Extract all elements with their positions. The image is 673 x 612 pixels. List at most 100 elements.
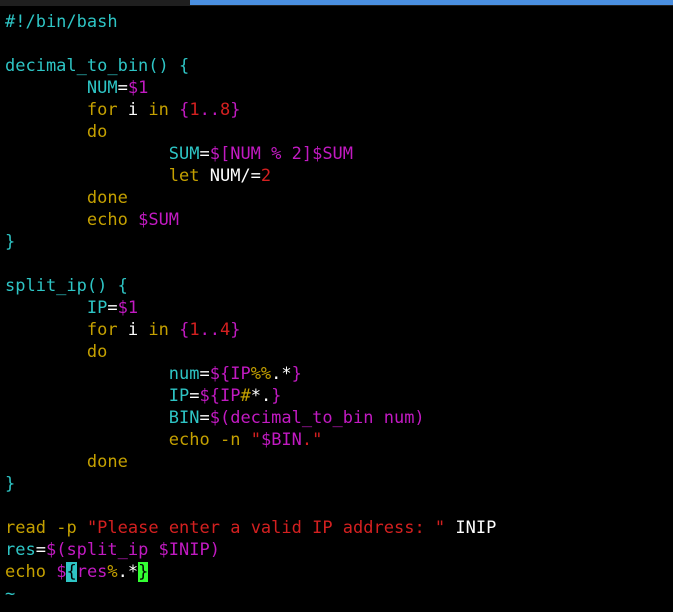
code-token: IP — [86, 298, 108, 318]
code-token: do — [86, 122, 108, 142]
window-top-bar-accent — [190, 0, 673, 5]
code-line: SUM=$[NUM % 2]$SUM — [5, 143, 496, 165]
code-token: = — [199, 144, 210, 164]
code-line: decimal_to_bin() { — [5, 55, 496, 77]
code-token: -p — [56, 518, 77, 538]
code-token: NUM — [86, 78, 118, 98]
code-token: #!/bin/bash — [5, 12, 118, 32]
code-token: i — [117, 100, 149, 120]
code-token: .. — [199, 320, 221, 340]
code-token: 1 — [189, 100, 200, 120]
code-token: ~ — [5, 584, 16, 604]
code-token: = — [199, 364, 210, 384]
code-token: % — [107, 562, 118, 582]
code-token: decimal_to_bin() { — [5, 56, 190, 76]
code-token: echo — [168, 430, 210, 450]
code-token: %% — [250, 364, 272, 384]
code-line: IP=$1 — [5, 297, 496, 319]
code-token: for — [86, 320, 118, 340]
code-token: 4 — [220, 320, 231, 340]
code-token: } — [5, 474, 16, 494]
code-token: .. — [199, 100, 221, 120]
code-token: split_ip() { — [5, 276, 128, 296]
code-line: } — [5, 473, 496, 495]
code-line: done — [5, 451, 496, 473]
code-line: BIN=$(decimal_to_bin num) — [5, 407, 496, 429]
code-token: done — [86, 188, 128, 208]
code-token: } — [5, 232, 16, 252]
code-token: = — [189, 386, 200, 406]
code-editor[interactable]: #!/bin/bash decimal_to_bin() { NUM=$1 for… — [5, 11, 496, 605]
code-token: *. — [250, 386, 272, 406]
code-line: IP=${IP#*.} — [5, 385, 496, 407]
code-line: NUM=$1 — [5, 77, 496, 99]
code-token: = — [35, 540, 46, 560]
code-token: num — [168, 364, 200, 384]
code-token: .* — [117, 562, 139, 582]
code-token: { — [179, 320, 190, 340]
code-line: ~ — [5, 583, 496, 605]
code-token: 1 — [189, 320, 200, 340]
cursor-highlight: } — [138, 562, 149, 582]
code-token: # — [240, 386, 251, 406]
window-top-bar — [0, 0, 673, 6]
code-token: $(split_ip $INIP) — [45, 540, 220, 560]
code-token: .* — [271, 364, 292, 384]
code-token: } — [230, 320, 241, 340]
code-line: read -p "Please enter a valid IP address… — [5, 517, 496, 539]
code-token: done — [86, 452, 128, 472]
code-line: echo ${res%.*} — [5, 561, 496, 583]
code-token: in — [148, 320, 169, 340]
code-line: split_ip() { — [5, 275, 496, 297]
code-line: echo $SUM — [5, 209, 496, 231]
code-token: SUM — [168, 144, 200, 164]
code-token: BIN — [168, 408, 200, 428]
code-token: in — [148, 100, 169, 120]
code-token: IP — [168, 386, 190, 406]
code-token: $[NUM % 2]$SUM — [209, 144, 354, 164]
code-line: for i in {1..4} — [5, 319, 496, 341]
code-token: } — [271, 386, 282, 406]
code-line: let NUM/=2 — [5, 165, 496, 187]
code-token: 8 — [220, 100, 231, 120]
code-token: INIP — [445, 518, 497, 538]
code-token: $BIN — [260, 430, 302, 450]
code-token: $ — [56, 562, 67, 582]
code-line: for i in {1..8} — [5, 99, 496, 121]
code-token: = — [107, 298, 118, 318]
code-line: done — [5, 187, 496, 209]
code-token: = — [199, 408, 210, 428]
code-line: } — [5, 231, 496, 253]
code-line: res=$(split_ip $INIP) — [5, 539, 496, 561]
code-line: num=${IP%%.*} — [5, 363, 496, 385]
code-token: res — [5, 540, 36, 560]
code-token: echo — [5, 562, 46, 582]
code-token: $SUM — [138, 210, 180, 230]
code-token: i — [117, 320, 149, 340]
code-token: ." — [301, 430, 323, 450]
code-token: 2 — [260, 166, 272, 186]
code-token: ${IP — [199, 386, 241, 406]
code-token: echo — [86, 210, 128, 230]
code-line: #!/bin/bash — [5, 11, 496, 33]
